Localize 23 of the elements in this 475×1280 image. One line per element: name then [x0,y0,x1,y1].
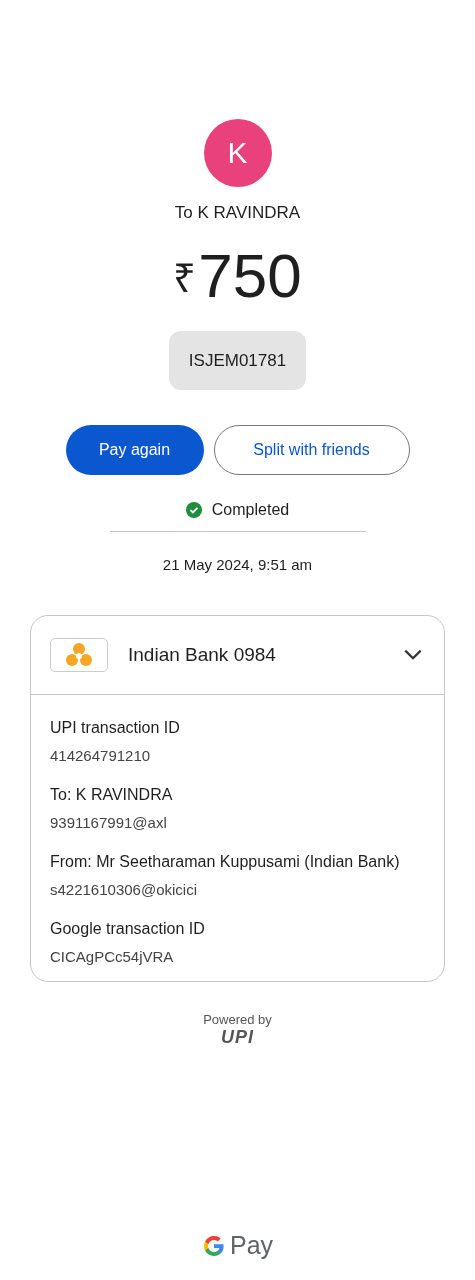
brand-label: Pay [229,1231,274,1260]
avatar: K [203,119,272,187]
recipient-name: To K RAVINDRA [174,203,301,223]
split-button[interactable]: Split with friends [213,425,410,475]
detail-label: Google transaction ID [50,919,206,939]
transaction-date: 21 May 2024, 9:51 am [162,556,313,573]
detail-value: CICAgPCc54jVRA [50,948,175,965]
status-label: Completed [211,501,290,519]
bank-logo [50,638,108,672]
bank-name: Indian Bank 0984 [128,644,277,666]
payment-note: ISJEM01781 [168,331,307,390]
g-logo-icon [201,1233,226,1258]
amount-value: 750 [198,241,302,311]
detail-value: 9391167991@axl [50,814,168,831]
detail-label: From: Mr Seetharaman Kuppusami (Indian Bank) [50,852,401,872]
detail-value: 414264791210 [50,747,152,764]
currency-symbol: ₹ [173,254,197,302]
pay-again-button[interactable]: Pay again [65,425,204,475]
upi-logo: UPI [221,1027,254,1047]
detail-value: s4221610306@okicici [50,881,198,898]
detail-label: To: K RAVINDRA [50,785,174,805]
powered-by-label: Powered by [203,1012,272,1027]
detail-label: UPI transaction ID [50,718,181,738]
